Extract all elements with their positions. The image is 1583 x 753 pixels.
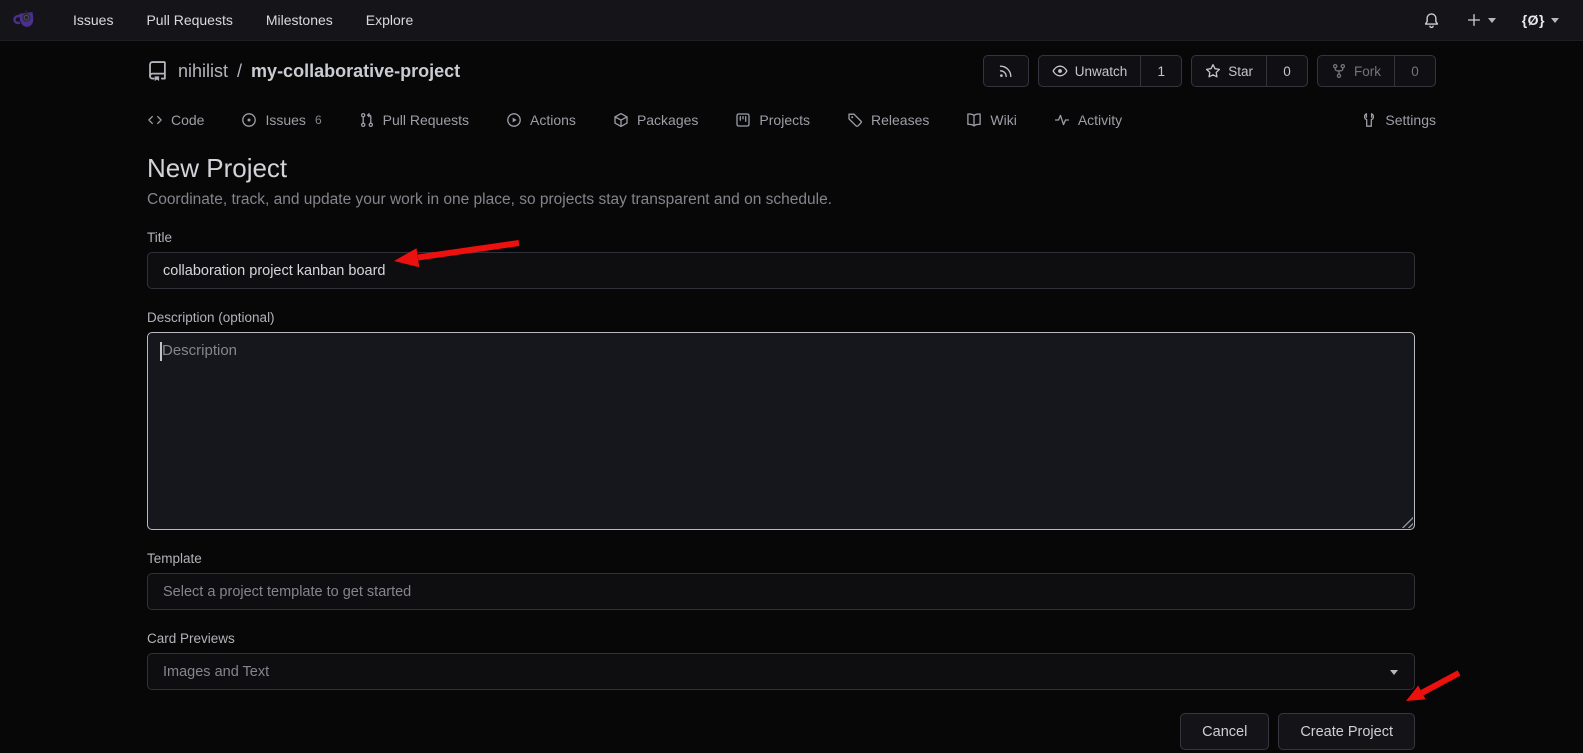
fork-button[interactable]: Fork 0 (1317, 55, 1436, 87)
tab-label: Actions (530, 112, 576, 128)
tab-label: Releases (871, 112, 929, 128)
tab-code[interactable]: Code (147, 112, 204, 128)
project-board-icon (735, 112, 751, 128)
repo-header: nihilist / my-collaborative-project Unwa… (147, 41, 1436, 95)
bell-icon (1423, 12, 1440, 29)
tab-settings[interactable]: Settings (1361, 112, 1436, 128)
pulse-icon (1054, 112, 1070, 128)
tab-projects[interactable]: Projects (735, 112, 810, 128)
page-title: New Project (147, 153, 1415, 184)
tab-wiki[interactable]: Wiki (966, 112, 1016, 128)
tab-activity[interactable]: Activity (1054, 112, 1122, 128)
repo-name-link[interactable]: my-collaborative-project (251, 61, 460, 82)
repo-icon (147, 60, 169, 82)
tab-label: Packages (637, 112, 698, 128)
tab-label: Wiki (990, 112, 1016, 128)
tab-label: Activity (1078, 112, 1122, 128)
text-cursor (160, 342, 162, 361)
navbar-right: {Ø} (1423, 12, 1559, 29)
tools-icon (1361, 112, 1377, 128)
card-previews-select[interactable]: Images and Text (147, 653, 1415, 690)
tab-releases[interactable]: Releases (847, 112, 929, 128)
tab-label: Pull Requests (383, 112, 469, 128)
unwatch-button[interactable]: Unwatch 1 (1038, 55, 1183, 87)
issues-count-badge: 6 (315, 113, 322, 127)
chevron-down-icon (1488, 18, 1496, 23)
create-new-button[interactable] (1466, 12, 1496, 28)
git-fork-icon (1331, 63, 1347, 79)
watchers-count[interactable]: 1 (1140, 56, 1181, 86)
package-icon (613, 112, 629, 128)
stars-count[interactable]: 0 (1266, 56, 1307, 86)
template-input[interactable] (147, 573, 1415, 610)
git-pull-request-icon (359, 112, 375, 128)
tab-pull-requests[interactable]: Pull Requests (359, 112, 469, 128)
unwatch-label: Unwatch (1075, 64, 1128, 79)
eye-icon (1052, 63, 1068, 79)
nav-pull-requests[interactable]: Pull Requests (146, 12, 232, 28)
repo-owner-link[interactable]: nihilist (178, 61, 228, 82)
repo-title: nihilist / my-collaborative-project (147, 60, 460, 82)
tab-label: Settings (1385, 112, 1436, 128)
user-menu-button[interactable]: {Ø} (1522, 12, 1559, 28)
template-label: Template (147, 551, 1415, 566)
star-button[interactable]: Star 0 (1191, 55, 1308, 87)
repo-actions: Unwatch 1 Star 0 Fork (983, 55, 1436, 87)
issue-opened-icon (241, 112, 257, 128)
star-label: Star (1228, 64, 1253, 79)
card-previews-label: Card Previews (147, 631, 1415, 646)
rss-feed-button[interactable] (983, 55, 1029, 87)
tab-label: Projects (759, 112, 810, 128)
description-label: Description (optional) (147, 310, 1415, 325)
tab-label: Issues (265, 112, 305, 128)
navbar-menu: Issues Pull Requests Milestones Explore (73, 12, 413, 28)
form-actions: Cancel Create Project (147, 713, 1415, 750)
tab-issues[interactable]: Issues 6 (241, 112, 321, 128)
gitea-cup-logo[interactable] (10, 4, 42, 36)
tab-actions[interactable]: Actions (506, 112, 576, 128)
create-project-button[interactable]: Create Project (1278, 713, 1415, 750)
tag-icon (847, 112, 863, 128)
tab-label: Code (171, 112, 204, 128)
fork-label: Fork (1354, 64, 1381, 79)
chevron-down-icon (1390, 670, 1398, 675)
title-label: Title (147, 230, 1415, 245)
page-subtitle: Coordinate, track, and update your work … (147, 191, 1415, 209)
code-icon (147, 112, 163, 128)
tab-packages[interactable]: Packages (613, 112, 698, 128)
description-textarea[interactable] (147, 332, 1415, 530)
nav-issues[interactable]: Issues (73, 12, 113, 28)
star-icon (1205, 63, 1221, 79)
plus-icon (1466, 12, 1482, 28)
rss-icon (998, 63, 1014, 79)
card-previews-value: Images and Text (163, 664, 269, 680)
repo-tab-bar: Code Issues 6 Pull Requests Actions Pack… (147, 101, 1436, 139)
title-input[interactable] (147, 252, 1415, 289)
avatar: {Ø} (1522, 12, 1545, 28)
nav-explore[interactable]: Explore (366, 12, 413, 28)
description-field-wrap (147, 332, 1415, 530)
repo-separator: / (237, 61, 242, 82)
forks-count[interactable]: 0 (1394, 56, 1435, 86)
cancel-button[interactable]: Cancel (1180, 713, 1269, 750)
chevron-down-icon (1551, 18, 1559, 23)
play-circle-icon (506, 112, 522, 128)
book-icon (966, 112, 982, 128)
new-project-form: New Project Coordinate, track, and updat… (147, 153, 1415, 750)
notifications-button[interactable] (1423, 12, 1440, 29)
nav-milestones[interactable]: Milestones (266, 12, 333, 28)
top-navbar: Issues Pull Requests Milestones Explore … (0, 0, 1583, 41)
